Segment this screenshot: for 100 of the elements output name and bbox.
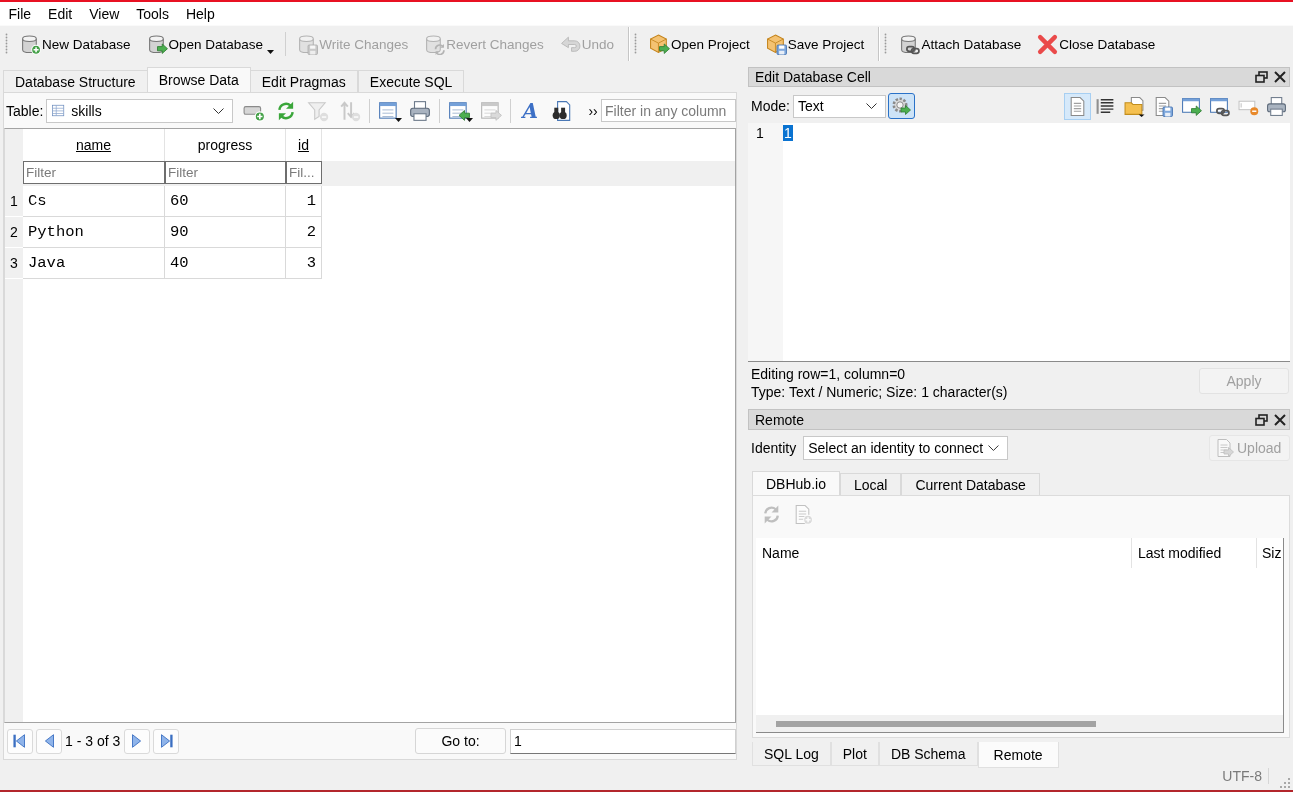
close-icon[interactable] <box>1274 413 1286 426</box>
table-cell: 1 <box>286 186 322 217</box>
grip-icon[interactable] <box>5 33 8 55</box>
table-label: Table: <box>6 102 44 119</box>
toolbar-button[interactable]: Attach Database <box>895 30 1026 58</box>
box-arrow-icon <box>649 33 671 55</box>
table-arrow-icon <box>480 99 503 122</box>
mode-label: Mode: <box>751 98 790 114</box>
dropdown-arrow-icon <box>267 50 275 54</box>
tab[interactable]: Plot <box>830 742 879 766</box>
dock-title: Remote <box>755 411 805 428</box>
previous-page-button[interactable] <box>36 728 62 754</box>
go-to-button[interactable]: Go to: <box>415 728 506 754</box>
row-header[interactable]: 3 <box>5 248 23 279</box>
table-icon <box>377 99 400 122</box>
go-to-field[interactable]: 1 <box>510 728 736 754</box>
window-link-icon <box>1209 95 1230 117</box>
menu-item[interactable]: Edit <box>39 3 81 24</box>
column-header[interactable]: Last modified <box>1131 538 1256 568</box>
menu-item[interactable]: File <box>0 3 40 24</box>
table-grid-icon <box>51 103 67 118</box>
chevron-down-icon <box>865 103 877 109</box>
funnel-icon <box>306 99 329 122</box>
last-page-button[interactable] <box>153 728 180 754</box>
table-cell: 3 <box>286 248 322 279</box>
filter-field[interactable]: Filter <box>165 161 286 184</box>
printer-icon <box>1266 95 1287 117</box>
database-disk-icon <box>297 33 319 55</box>
database-refresh-icon <box>424 33 446 55</box>
close-icon[interactable] <box>1274 71 1286 83</box>
toolbar-button[interactable]: Open Database <box>142 30 279 58</box>
toolbar-button[interactable]: Open Project <box>645 30 754 58</box>
cross-icon <box>1037 33 1059 55</box>
menu-item[interactable]: Tools <box>127 3 178 24</box>
toolbar-button[interactable]: Save Project <box>761 30 869 58</box>
menu-item[interactable]: View <box>80 3 128 24</box>
window-arrow-icon <box>1180 95 1202 117</box>
tab[interactable]: Current Database <box>901 473 1040 495</box>
printer-icon <box>409 99 432 122</box>
next-page-button[interactable] <box>124 728 151 754</box>
filter-field[interactable]: Fil... <box>286 161 322 184</box>
tab[interactable]: Browse Data <box>146 67 251 92</box>
table-cell: Cs <box>23 186 165 217</box>
filter-field[interactable]: Filter <box>23 161 165 184</box>
tab[interactable]: Remote <box>977 742 1059 768</box>
database-arrow-icon <box>146 33 168 55</box>
tab[interactable]: Execute SQL <box>357 70 465 92</box>
overflow-button[interactable]: ›› <box>586 102 601 119</box>
float-icon[interactable] <box>1255 413 1268 426</box>
status-text: Editing row=1, column=0 <box>751 365 907 383</box>
table-cell: Python <box>23 217 165 248</box>
cell-value: 1 <box>783 125 793 141</box>
font-button[interactable]: A <box>516 97 545 124</box>
table-cell: 90 <box>165 217 286 248</box>
column-header[interactable]: Name <box>756 538 1131 568</box>
identity-select[interactable]: Select an identity to connect <box>803 436 1009 460</box>
chevron-down-icon <box>988 445 1000 451</box>
table-cell: 40 <box>165 248 286 279</box>
tab[interactable]: SQL Log <box>752 742 831 766</box>
tab[interactable]: Edit Pragmas <box>249 70 358 92</box>
table-select[interactable]: skills <box>46 98 233 123</box>
table-cell: Java <box>23 248 165 279</box>
toolbar-button[interactable]: Close Database <box>1033 30 1160 58</box>
filter-field[interactable]: Filter in any column <box>601 99 737 122</box>
database-link-icon <box>899 33 921 55</box>
float-icon[interactable] <box>1255 71 1268 83</box>
cell-editor[interactable]: 1 1 <box>748 123 1290 362</box>
column-header[interactable]: Siz <box>1256 538 1283 568</box>
document-arrow-icon <box>1214 438 1234 458</box>
dropdown-arrow-icon <box>466 117 474 122</box>
dock-title: Edit Database Cell <box>755 69 871 85</box>
identity-label: Identity <box>751 440 797 456</box>
table-cell: 60 <box>165 186 286 217</box>
menu-item[interactable]: Help <box>177 3 224 24</box>
gear-arrow-icon <box>891 96 912 116</box>
page-status: 1 - 3 of 3 <box>65 733 121 749</box>
tab[interactable]: DBHub.io <box>752 471 840 495</box>
grip-icon[interactable] <box>884 33 888 55</box>
chevron-down-icon <box>212 107 224 114</box>
undo-icon <box>559 33 581 55</box>
status-text: Type: Text / Numeric; Size: 1 character(s) <box>751 383 1009 401</box>
line-number: 1 <box>756 125 764 141</box>
resize-grip-icon[interactable] <box>1279 777 1290 788</box>
horizontal-scrollbar[interactable] <box>756 715 1283 732</box>
auto-switch-button[interactable] <box>887 93 915 119</box>
tab[interactable]: DB Schema <box>878 742 978 766</box>
row-header[interactable]: 2 <box>5 217 23 248</box>
mode-select[interactable]: Text <box>792 94 886 118</box>
grip-icon[interactable] <box>634 33 638 55</box>
dropdown-arrow-icon <box>395 117 403 122</box>
table-cell: 2 <box>286 217 322 248</box>
toolbar-button[interactable]: New Database <box>16 30 135 58</box>
folder-icon <box>1123 95 1145 117</box>
row-header[interactable]: 1 <box>5 186 23 217</box>
encoding-label: UTF-8 <box>1222 768 1269 784</box>
tab[interactable]: Local <box>839 473 902 495</box>
tab[interactable]: Database Structure <box>3 70 148 92</box>
scrollbar-thumb[interactable] <box>776 720 1096 727</box>
database-plus-icon <box>20 33 41 55</box>
first-page-button[interactable] <box>7 728 33 754</box>
